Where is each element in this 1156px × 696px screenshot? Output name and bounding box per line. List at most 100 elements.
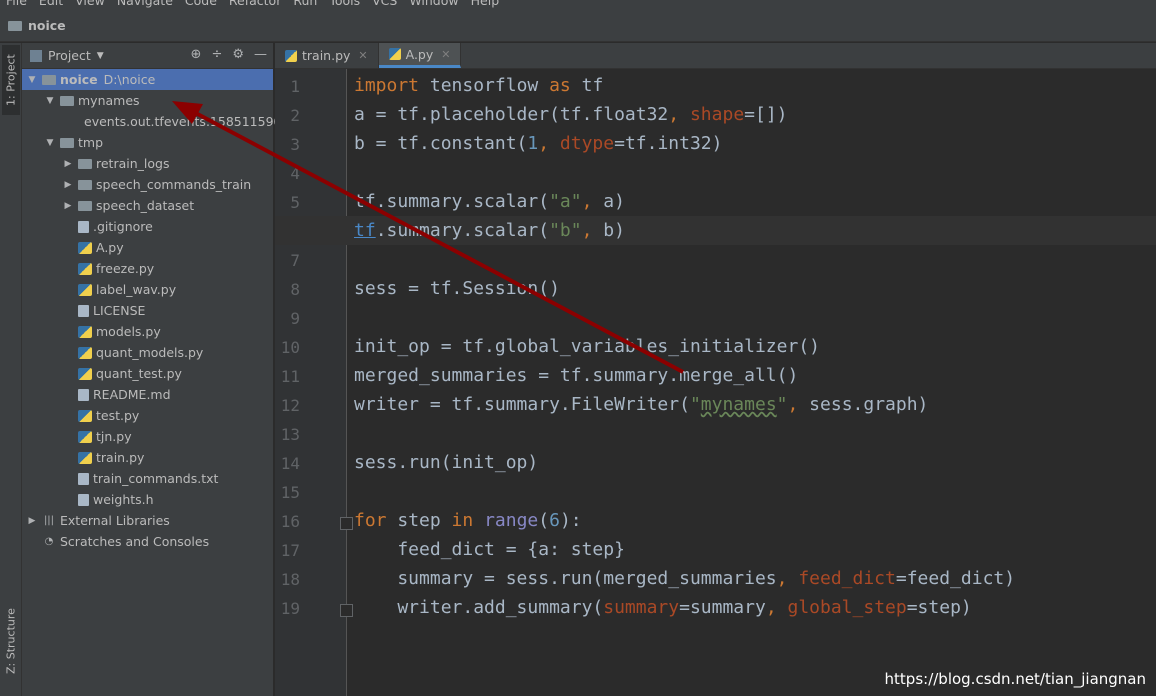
code-line: import tensorflow as tf bbox=[354, 75, 604, 96]
tree-item[interactable]: .gitignore bbox=[22, 216, 273, 237]
tree-item-label: README.md bbox=[93, 387, 171, 402]
python-file-icon bbox=[78, 346, 92, 359]
python-file-icon bbox=[285, 49, 297, 62]
editor-tab[interactable]: A.py ✕ bbox=[378, 43, 462, 68]
menu-vcs[interactable]: VCS bbox=[366, 0, 403, 10]
code-line: a = tf.placeholder(tf.float32, shape=[]) bbox=[354, 104, 788, 125]
structure-tool-tab[interactable]: Z: Structure bbox=[2, 591, 20, 691]
tree-item-label: freeze.py bbox=[96, 261, 155, 276]
tree-item[interactable]: README.md bbox=[22, 384, 273, 405]
tree-item[interactable]: ◔ Scratches and Consoles bbox=[22, 531, 273, 552]
tree-item-label: models.py bbox=[96, 324, 161, 339]
tree-item-label: weights.h bbox=[93, 492, 154, 507]
tree-item-label: noice bbox=[60, 72, 98, 87]
tree-item[interactable]: ▼ noice D:\noice bbox=[22, 69, 273, 90]
tree-item[interactable]: ▶ retrain_logs bbox=[22, 153, 273, 174]
python-file-icon bbox=[78, 409, 92, 422]
tree-item[interactable]: train_commands.txt bbox=[22, 468, 273, 489]
tree-item-label: External Libraries bbox=[60, 513, 170, 528]
line-number: 2 bbox=[290, 106, 300, 125]
close-icon[interactable]: ✕ bbox=[441, 48, 450, 61]
menu-file[interactable]: File bbox=[0, 0, 33, 10]
editor-tab-label: A.py bbox=[405, 46, 434, 62]
close-icon[interactable]: ✕ bbox=[358, 49, 367, 62]
tree-item-label: quant_test.py bbox=[96, 366, 182, 381]
breadcrumb-project[interactable]: noice bbox=[28, 18, 66, 33]
tree-item[interactable]: ▶ speech_dataset bbox=[22, 195, 273, 216]
menu-navigate[interactable]: Navigate bbox=[111, 0, 179, 10]
chevron-down-icon[interactable]: ▼ bbox=[97, 51, 104, 61]
chevron-right-icon[interactable]: ▶ bbox=[26, 516, 38, 526]
file-icon bbox=[78, 304, 89, 317]
project-tool-tab[interactable]: 1: Project bbox=[2, 45, 20, 115]
tree-item[interactable]: tjn.py bbox=[22, 426, 273, 447]
menu-tools[interactable]: Tools bbox=[323, 0, 366, 10]
menu-window[interactable]: Window bbox=[403, 0, 464, 10]
editor-tabs: train.py ✕ A.py ✕ bbox=[275, 43, 1156, 69]
tree-item-path: D:\noice bbox=[103, 72, 156, 87]
chevron-right-icon[interactable]: ▶ bbox=[62, 201, 74, 211]
hide-icon[interactable]: — bbox=[254, 47, 267, 62]
tree-item[interactable]: events.out.tfevents.1585115905 bbox=[22, 111, 289, 132]
line-number: 11 bbox=[280, 367, 300, 386]
line-number: 3 bbox=[290, 135, 300, 154]
library-icon: ||| bbox=[43, 515, 55, 526]
chevron-down-icon[interactable]: ▼ bbox=[44, 138, 56, 148]
project-panel-header: Project ▼ ⊕ ÷ ⚙ — bbox=[22, 43, 273, 69]
menu-help[interactable]: Help bbox=[465, 0, 506, 10]
tree-item[interactable]: ▼ mynames bbox=[22, 90, 273, 111]
code-line: sess = tf.Session() bbox=[354, 278, 560, 299]
code-editor[interactable]: import tensorflow as tf a = tf.placeholde… bbox=[347, 69, 1156, 696]
menu-refactor[interactable]: Refactor bbox=[223, 0, 287, 10]
folder-icon bbox=[78, 179, 92, 190]
chevron-down-icon[interactable]: ▼ bbox=[44, 96, 56, 106]
locate-icon[interactable]: ⊕ bbox=[191, 47, 202, 62]
tree-item-label: label_wav.py bbox=[96, 282, 177, 297]
python-file-icon bbox=[78, 430, 92, 443]
gear-icon[interactable]: ⚙ bbox=[232, 47, 244, 62]
code-line: init_op = tf.global_variables_initialize… bbox=[354, 336, 820, 357]
line-number: 10 bbox=[280, 338, 300, 357]
tree-item[interactable]: ▼ tmp bbox=[22, 132, 273, 153]
line-number: 13 bbox=[280, 425, 300, 444]
collapse-all-icon[interactable]: ÷ bbox=[211, 47, 222, 62]
menu-run[interactable]: Run bbox=[287, 0, 323, 10]
tree-item[interactable]: A.py bbox=[22, 237, 273, 258]
tree-item-label: events.out.tfevents.1585115905 bbox=[84, 114, 290, 129]
tree-item[interactable]: quant_test.py bbox=[22, 363, 273, 384]
tree-item[interactable]: ▶ ||| External Libraries bbox=[22, 510, 273, 531]
tree-item[interactable]: LICENSE bbox=[22, 300, 273, 321]
tree-item[interactable]: train.py bbox=[22, 447, 273, 468]
tree-item-label: Scratches and Consoles bbox=[60, 534, 210, 549]
line-number: 4 bbox=[290, 164, 300, 183]
code-line: b = tf.constant(1, dtype=tf.int32) bbox=[354, 133, 723, 154]
folder-icon bbox=[78, 200, 92, 211]
file-icon bbox=[78, 493, 89, 506]
tree-item[interactable]: label_wav.py bbox=[22, 279, 273, 300]
tree-item[interactable]: quant_models.py bbox=[22, 342, 273, 363]
tree-item[interactable]: test.py bbox=[22, 405, 273, 426]
chevron-down-icon[interactable]: ▼ bbox=[26, 75, 38, 85]
menu-edit[interactable]: Edit bbox=[33, 0, 69, 10]
chevron-right-icon[interactable]: ▶ bbox=[62, 159, 74, 169]
line-number: 12 bbox=[280, 396, 300, 415]
code-line: feed_dict = {a: step} bbox=[354, 539, 625, 560]
editor-tab[interactable]: train.py ✕ bbox=[275, 43, 379, 68]
file-icon bbox=[78, 388, 89, 401]
menu-view[interactable]: View bbox=[69, 0, 111, 10]
tree-item-label: test.py bbox=[96, 408, 140, 423]
chevron-right-icon[interactable]: ▶ bbox=[62, 180, 74, 190]
tree-item[interactable]: ▶ speech_commands_train bbox=[22, 174, 273, 195]
tree-item[interactable]: freeze.py bbox=[22, 258, 273, 279]
tree-item-label: quant_models.py bbox=[96, 345, 204, 360]
tree-item[interactable]: weights.h bbox=[22, 489, 273, 510]
code-line: for step in range(6): bbox=[354, 510, 582, 531]
menu-code[interactable]: Code bbox=[179, 0, 223, 10]
tree-item-label: mynames bbox=[78, 93, 140, 108]
line-number: 17 bbox=[280, 541, 300, 560]
project-view-selector[interactable]: Project bbox=[48, 48, 91, 63]
watermark-text: https://blog.csdn.net/tian_jiangnan bbox=[884, 670, 1146, 688]
tree-item[interactable]: models.py bbox=[22, 321, 273, 342]
python-file-icon bbox=[78, 262, 92, 275]
line-number: 7 bbox=[290, 251, 300, 270]
